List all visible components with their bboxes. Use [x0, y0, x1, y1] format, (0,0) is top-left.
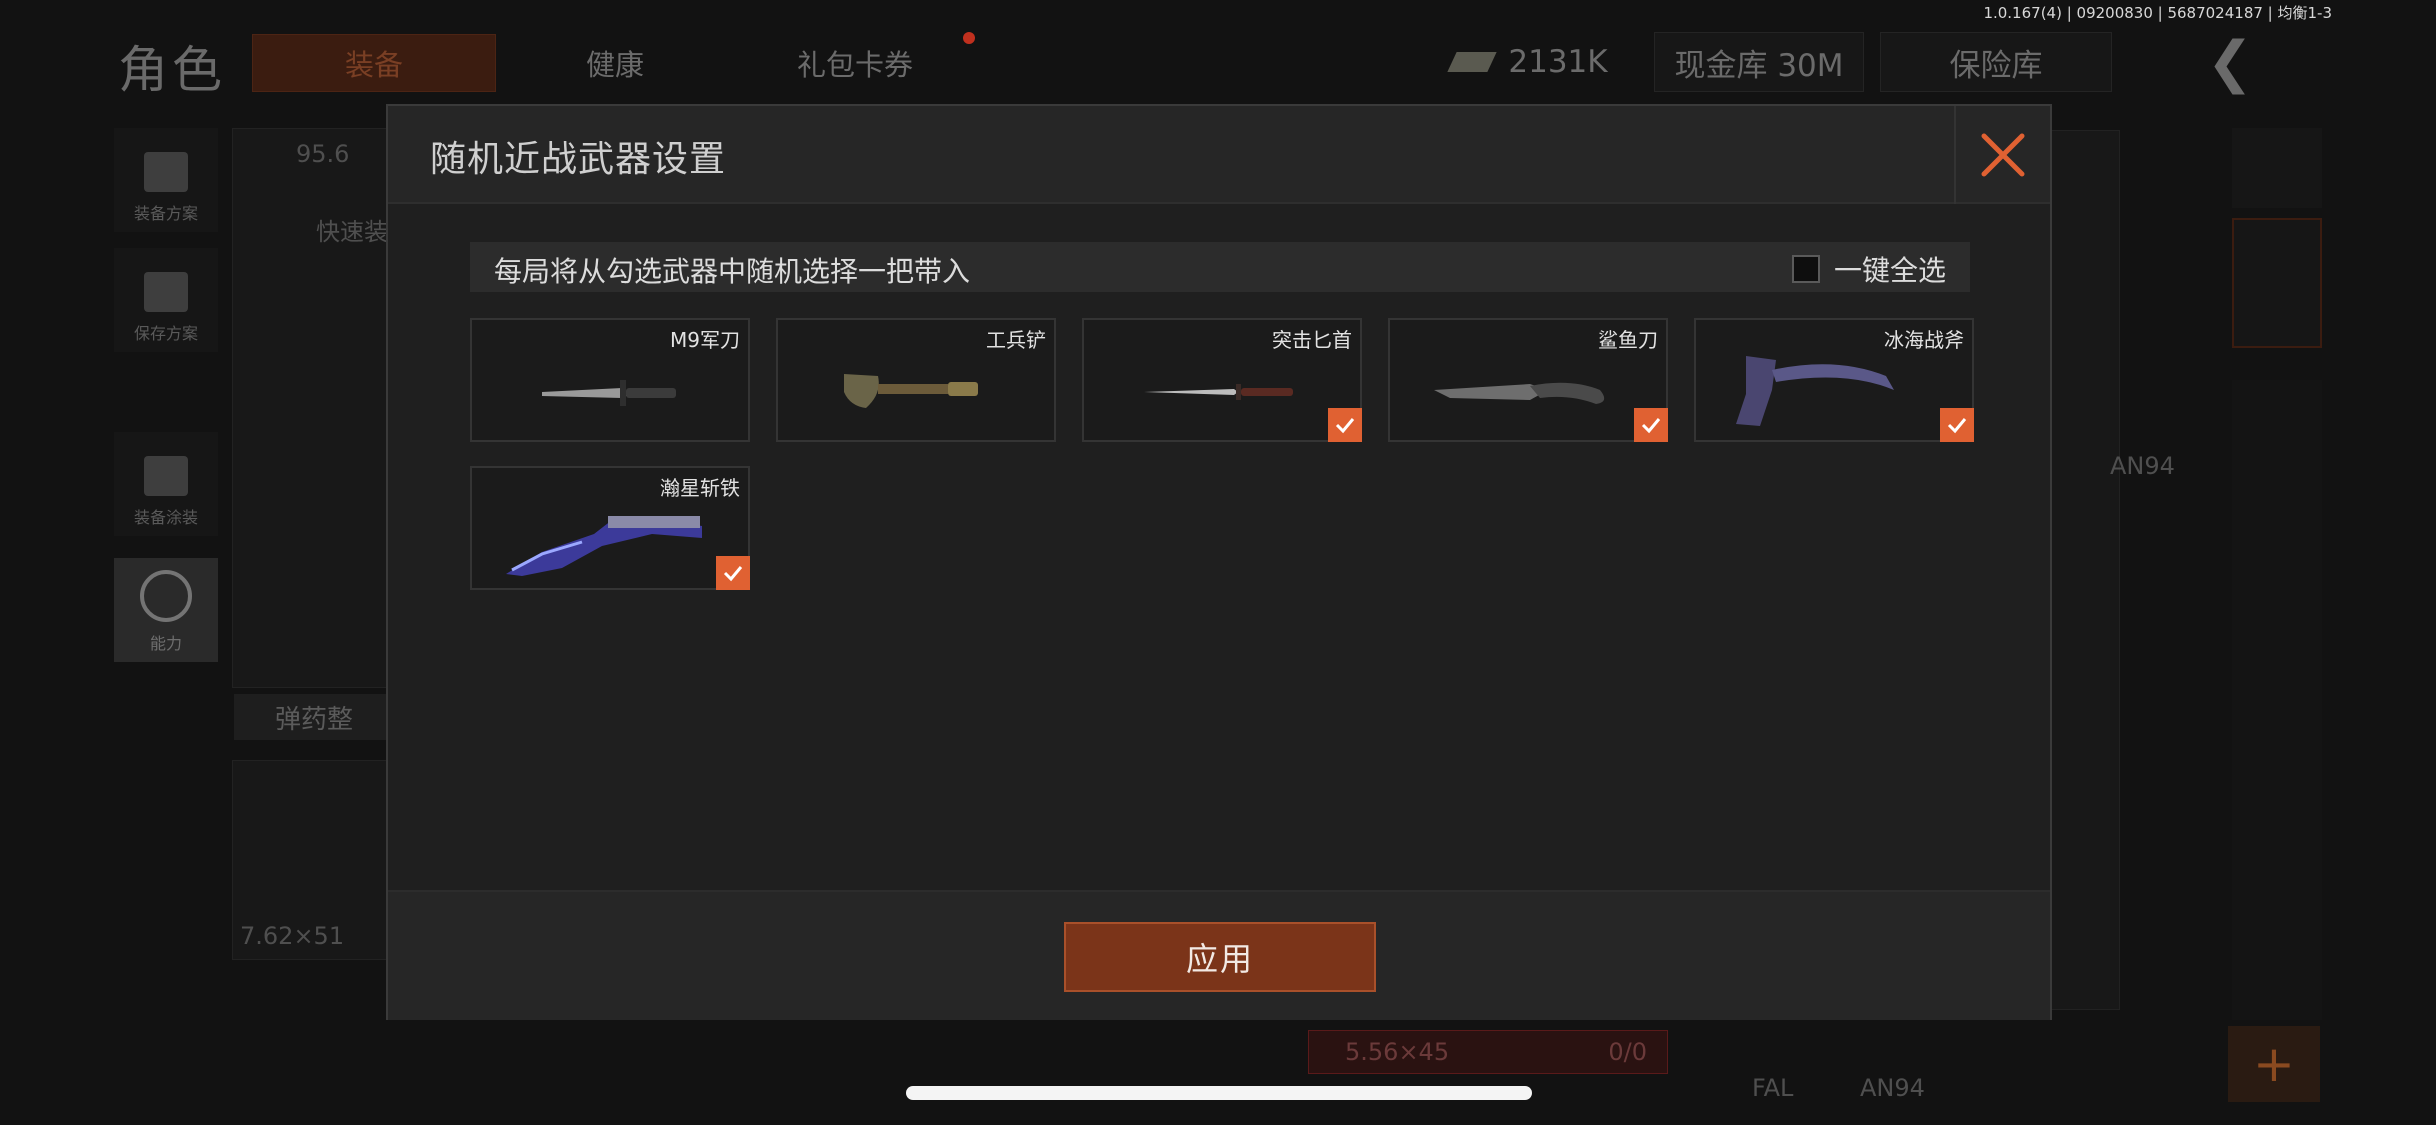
tab-health[interactable]: 健康 [560, 34, 670, 92]
chevron-left-icon: ❮ [2206, 29, 2254, 95]
weapon-card-star-slasher[interactable]: 瀚星斩铁 [470, 466, 750, 590]
tab-equipment[interactable]: 装备 [252, 34, 496, 92]
sidebar-item-skins[interactable]: 装备涂装 [114, 432, 218, 536]
info-bar: 每局将从勾选武器中随机选择一把带入 一键全选 [470, 242, 1970, 292]
sidebar-item-label: 保存方案 [133, 324, 198, 343]
lightning-icon [140, 570, 192, 622]
checkmark-icon [1641, 418, 1661, 434]
caliber-label: 5.56×45 [1345, 1038, 1450, 1066]
download-icon [144, 272, 188, 312]
weapon-name: 冰海战斧 [1884, 328, 1964, 352]
weapon-card-shark-knife[interactable]: 鲨鱼刀 [1388, 318, 1668, 442]
helmet-icon [144, 456, 188, 496]
weapon-label: AN94 [1860, 1074, 1925, 1102]
sidebar-item-loadout[interactable]: 装备方案 [114, 128, 218, 232]
dialog-footer: 应用 [388, 890, 2050, 1020]
armor-stat: 95.6 [296, 140, 350, 168]
kukri-icon [506, 516, 702, 576]
sidebar-item-label: 装备方案 [133, 204, 198, 223]
weapon-card-assault-dagger[interactable]: 突击匕首 [1082, 318, 1362, 442]
money-amount: 2131K [1508, 44, 1608, 80]
side-slot[interactable] [2232, 218, 2322, 348]
checked-indicator [1634, 408, 1668, 442]
weapon-label: AN94 [2110, 452, 2175, 480]
money-stack-icon [1447, 52, 1498, 72]
cash-vault-button[interactable]: 现金库 30M [1654, 32, 1864, 92]
dialog-title: 随机近战武器设置 [430, 139, 727, 180]
tab-gift-vouchers[interactable]: 礼包卡券 [770, 34, 940, 92]
weapon-name: 鲨鱼刀 [1598, 328, 1658, 352]
weapon-label: FAL [1752, 1074, 1794, 1102]
ammo-tab[interactable]: 弹药整 [234, 694, 394, 740]
version-info: 1.0.167(4) | 09200830 | 5687024187 | 均衡1… [1983, 4, 2332, 22]
money-display: 2131K [1440, 32, 1620, 92]
apply-button[interactable]: 应用 [1064, 922, 1376, 992]
sidebar-item-label: 装备涂装 [133, 508, 198, 527]
page-title: 角色 [118, 41, 226, 99]
weapon-name: 突击匕首 [1272, 328, 1352, 352]
dialog-header: 随机近战武器设置 [388, 106, 2050, 204]
close-button[interactable] [1954, 106, 2050, 204]
side-slot[interactable] [2232, 128, 2322, 208]
checkbox-box [1791, 255, 1820, 283]
combat-knife-icon [542, 380, 676, 406]
sidebar-item-save-loadout[interactable]: 保存方案 [114, 248, 218, 352]
checkmark-icon [723, 566, 743, 582]
info-text: 每局将从勾选武器中随机选择一把带入 [494, 255, 971, 288]
shovel-icon [844, 374, 978, 408]
ammo-slot: 5.56×45 0/0 [1308, 1030, 1668, 1074]
close-icon [1981, 133, 2025, 177]
sidebar-item-abilities[interactable]: 能力 [114, 558, 218, 662]
random-melee-settings-dialog: 随机近战武器设置 每局将从勾选武器中随机选择一把带入 一键全选 M9军刀 工兵铲… [386, 104, 2052, 1020]
sidebar-item-label: 能力 [149, 634, 182, 653]
weapon-card-entrenching-shovel[interactable]: 工兵铲 [776, 318, 1056, 442]
weapon-name: 工兵铲 [986, 328, 1046, 352]
quick-equip-label: 快速装 [316, 218, 388, 246]
safe-box-button[interactable]: 保险库 [1880, 32, 2112, 92]
home-indicator[interactable] [906, 1086, 1532, 1100]
caliber-label: 7.62×51 [240, 922, 345, 950]
ammo-count: 0/0 [1608, 1038, 1647, 1066]
checked-indicator [716, 556, 750, 590]
add-button[interactable]: + [2228, 1026, 2320, 1102]
weapon-card-m9-bayonet[interactable]: M9军刀 [470, 318, 750, 442]
checkmark-icon [1947, 418, 1967, 434]
checkmark-icon [1335, 418, 1355, 434]
vest-icon [144, 152, 188, 192]
checked-indicator [1940, 408, 1974, 442]
weapon-name: 瀚星斩铁 [660, 476, 740, 500]
checked-indicator [1328, 408, 1362, 442]
weapon-name: M9军刀 [670, 328, 740, 352]
serrated-knife-icon [1434, 382, 1605, 404]
side-slot-column [2232, 380, 2322, 1020]
notification-dot [963, 32, 975, 44]
dagger-icon [1144, 384, 1293, 400]
dialog-body: 每局将从勾选武器中随机选择一把带入 一键全选 M9军刀 工兵铲 突击匕首 鲨鱼刀… [388, 204, 2050, 890]
back-button[interactable]: ❮ [2140, 29, 2320, 95]
select-all-checkbox[interactable]: 一键全选 [1791, 249, 1946, 289]
weapon-card-ice-sea-axe[interactable]: 冰海战斧 [1694, 318, 1974, 442]
select-all-label: 一键全选 [1833, 254, 1946, 287]
tomahawk-icon [1736, 356, 1894, 426]
